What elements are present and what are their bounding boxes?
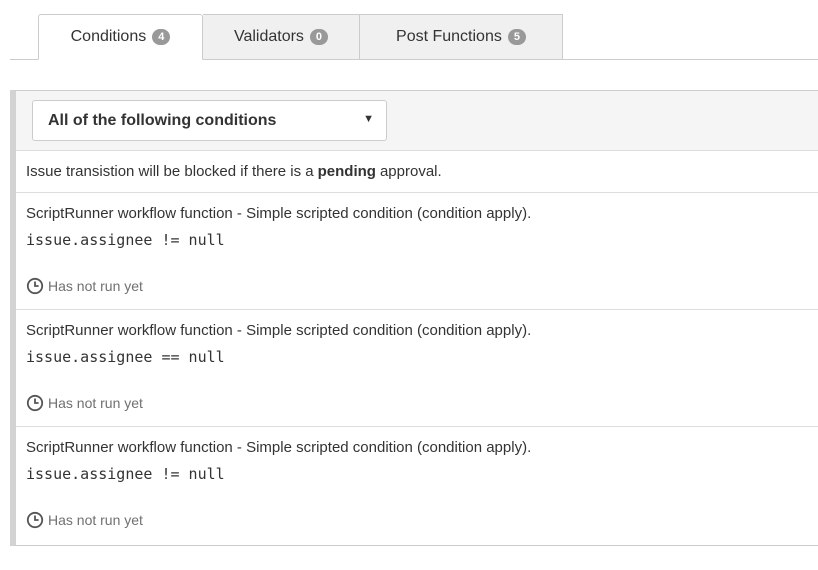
dropdown-caret-icon: ▼ [363, 113, 374, 125]
tab-post-functions-count-badge: 5 [507, 29, 526, 45]
condition-title: ScriptRunner workflow function - Simple … [26, 439, 532, 456]
tab-conditions-label: Conditions [70, 28, 147, 45]
tab-conditions-count-badge: 4 [152, 29, 171, 45]
condition-title: ScriptRunner workflow function - Simple … [26, 322, 532, 339]
conditions-panel-header: All of the following conditions ▼ [16, 91, 818, 151]
tab-conditions[interactable]: Conditions 4 [38, 14, 203, 60]
approval-note-row: Issue transistion will be blocked if the… [16, 151, 818, 193]
approval-note-prefix: Issue transistion will be blocked if the… [26, 163, 314, 180]
condition-status-text: Has not run yet [48, 395, 143, 411]
condition-status: Has not run yet [26, 394, 143, 412]
condition-status: Has not run yet [26, 511, 143, 529]
condition-status-text: Has not run yet [48, 278, 143, 294]
tab-bar: Conditions 4 Validators 0 Post Functions… [10, 14, 818, 60]
approval-note-bold: pending [317, 163, 376, 180]
tab-validators-count-badge: 0 [309, 29, 329, 45]
condition-code: issue.assignee == null [26, 348, 225, 366]
clock-icon [26, 511, 44, 529]
condition-code: issue.assignee != null [26, 465, 225, 483]
tab-validators[interactable]: Validators 0 [203, 14, 360, 59]
condition-item[interactable]: ScriptRunner workflow function - Simple … [16, 427, 818, 544]
condition-mode-value: All of the following conditions [48, 111, 277, 129]
condition-mode-select[interactable]: All of the following conditions ▼ [32, 100, 387, 141]
tab-validators-label: Validators [233, 28, 304, 45]
condition-status-text: Has not run yet [48, 512, 143, 528]
condition-item[interactable]: ScriptRunner workflow function - Simple … [16, 310, 818, 427]
tab-post-functions[interactable]: Post Functions 5 [360, 14, 563, 59]
condition-status: Has not run yet [26, 277, 143, 295]
condition-title: ScriptRunner workflow function - Simple … [26, 205, 532, 222]
condition-code: issue.assignee != null [26, 231, 225, 249]
condition-item[interactable]: ScriptRunner workflow function - Simple … [16, 193, 818, 310]
tab-post-functions-label: Post Functions [396, 28, 502, 45]
conditions-panel: All of the following conditions ▼ Issue … [10, 90, 818, 546]
clock-icon [26, 394, 44, 412]
approval-note-suffix: approval. [379, 163, 442, 180]
clock-icon [26, 277, 44, 295]
